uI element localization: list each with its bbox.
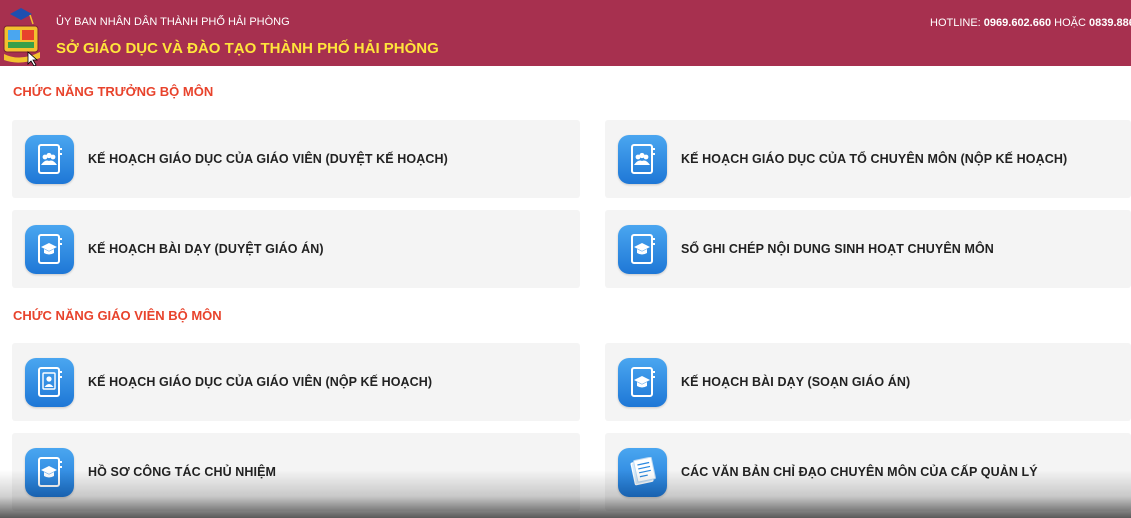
graduation-book-icon xyxy=(618,357,667,407)
teacher-group-book-icon xyxy=(25,134,74,184)
menu-card-teacher-plan-submit[interactable]: KẾ HOẠCH GIÁO DỤC CỦA GIÁO VIÊN (NỘP KẾ … xyxy=(12,343,580,421)
menu-card-label: KẾ HOẠCH GIÁO DỤC CỦA TỔ CHUYÊN MÔN (NỘP… xyxy=(681,152,1068,166)
section-title-subject-teacher: CHỨC NĂNG GIÁO VIÊN BỘ MÔN xyxy=(13,308,222,323)
org-name: ỦY BAN NHÂN DÂN THÀNH PHỐ HẢI PHÒNG xyxy=(56,16,290,28)
menu-card-label: CÁC VĂN BẢN CHỈ ĐẠO CHUYÊN MÔN CỦA CẤP Q… xyxy=(681,465,1038,479)
hotline-number-2[interactable]: 0839.886.66 xyxy=(1089,17,1131,29)
menu-card-label: HỒ SƠ CÔNG TÁC CHỦ NHIỆM xyxy=(88,465,277,479)
graduation-book-icon xyxy=(25,224,74,274)
teacher-group-book-icon xyxy=(618,134,667,184)
menu-card-label: KẾ HOẠCH BÀI DẠY (SOẠN GIÁO ÁN) xyxy=(681,375,911,389)
menu-card-lesson-plan-approve[interactable]: KẾ HOẠCH BÀI DẠY (DUYỆT GIÁO ÁN) xyxy=(12,210,580,288)
menu-card-lesson-plan-compose[interactable]: KẾ HOẠCH BÀI DẠY (SOẠN GIÁO ÁN) xyxy=(605,343,1131,421)
menu-card-official-documents[interactable]: CÁC VĂN BẢN CHỈ ĐẠO CHUYÊN MÔN CỦA CẤP Q… xyxy=(605,433,1131,511)
dept-name: SỞ GIÁO DỤC VÀ ĐÀO TẠO THÀNH PHỐ HẢI PHÒ… xyxy=(56,40,439,57)
hotline-number-1[interactable]: 0969.602.660 xyxy=(984,17,1051,29)
hotline: HOTLINE: 0969.602.660 HOẶC 0839.886.66 xyxy=(930,17,1131,29)
menu-card-label: SỔ GHI CHÉP NỘI DUNG SINH HOẠT CHUYÊN MÔ… xyxy=(681,242,994,256)
graduation-book-icon xyxy=(618,224,667,274)
menu-card-label: KẾ HOẠCH GIÁO DỤC CỦA GIÁO VIÊN (NỘP KẾ … xyxy=(88,375,433,389)
site-header: ỦY BAN NHÂN DÂN THÀNH PHỐ HẢI PHÒNG SỞ G… xyxy=(0,0,1131,67)
menu-card-dept-plan-submit[interactable]: KẾ HOẠCH GIÁO DỤC CỦA TỔ CHUYÊN MÔN (NỘP… xyxy=(605,120,1131,198)
logo-icon[interactable] xyxy=(0,8,48,67)
hotline-label: HOTLINE: xyxy=(930,17,984,29)
hotline-or: HOẶC xyxy=(1051,17,1089,29)
graduation-book-icon xyxy=(25,447,74,497)
menu-card-homeroom-records[interactable]: HỒ SƠ CÔNG TÁC CHỦ NHIỆM xyxy=(12,433,580,511)
menu-card-label: KẾ HOẠCH BÀI DẠY (DUYỆT GIÁO ÁN) xyxy=(88,242,324,256)
documents-icon xyxy=(618,447,667,497)
menu-card-meeting-notes[interactable]: SỔ GHI CHÉP NỘI DUNG SINH HOẠT CHUYÊN MÔ… xyxy=(605,210,1131,288)
menu-card-teacher-plan-approve[interactable]: KẾ HOẠCH GIÁO DỤC CỦA GIÁO VIÊN (DUYỆT K… xyxy=(12,120,580,198)
menu-card-label: KẾ HOẠCH GIÁO DỤC CỦA GIÁO VIÊN (DUYỆT K… xyxy=(88,152,448,166)
section-title-head-of-subject: CHỨC NĂNG TRƯỞNG BỘ MÔN xyxy=(13,84,214,99)
teacher-book-icon xyxy=(25,357,74,407)
